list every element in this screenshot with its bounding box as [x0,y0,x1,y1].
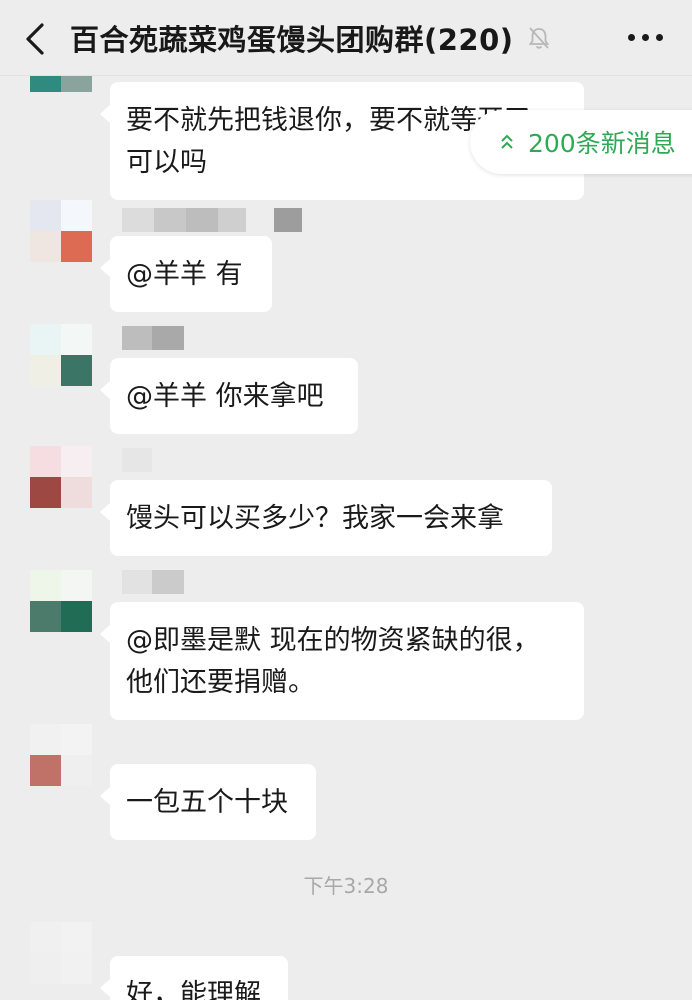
chat-area[interactable]: 要不就先把钱退你，要不就等开了 可以吗 200条新消息 @羊羊 有 @羊羊 你来… [0,76,692,1000]
message-bubble[interactable]: @羊羊 你来拿吧 [100,358,358,434]
message-bubble[interactable]: @即墨是默 现在的物资紧缺的很， 他们还要捐赠。 [100,602,584,720]
message-bubble[interactable]: 好，能理解 [100,956,288,1000]
double-chevron-up-icon [501,134,513,149]
avatar[interactable] [30,570,92,632]
avatar[interactable] [30,200,92,262]
timestamp: 下午3:28 [303,874,389,898]
chevron-left-icon[interactable] [22,22,48,56]
avatar[interactable] [30,76,92,108]
message-text: @即墨是默 现在的物资紧缺的很， 他们还要捐赠。 [126,625,540,698]
message-text: 馒头可以买多少？我家一会来拿 [126,503,504,534]
avatar[interactable] [30,922,92,984]
message-bubble[interactable]: @羊羊 有 [100,236,272,312]
sender-nickname-blurred [122,208,302,232]
message-bubble[interactable]: 一包五个十块 [100,764,316,840]
new-messages-label: 200条新消息 [528,129,676,158]
sender-nickname-blurred [122,326,184,350]
sender-nickname-blurred [122,570,184,594]
chat-title: 百合苑蔬菜鸡蛋馒头团购群(220) [70,23,514,57]
more-dots-icon[interactable] [626,32,666,44]
avatar[interactable] [30,446,92,508]
bell-muted-icon [528,27,549,49]
sender-nickname-blurred [122,448,152,472]
message-bubble[interactable]: 馒头可以买多少？我家一会来拿 [100,480,552,556]
chat-header: 百合苑蔬菜鸡蛋馒头团购群(220) [0,0,692,76]
message-text: 好，能理解 [126,979,261,1000]
message-text: @羊羊 有 [126,259,243,290]
avatar[interactable] [30,324,92,386]
title-row: 百合苑蔬菜鸡蛋馒头团购群(220) [70,16,552,60]
avatar[interactable] [30,724,92,786]
message-text: 一包五个十块 [126,787,288,818]
message-text: @羊羊 你来拿吧 [126,381,324,412]
new-messages-button[interactable]: 200条新消息 [470,110,692,174]
